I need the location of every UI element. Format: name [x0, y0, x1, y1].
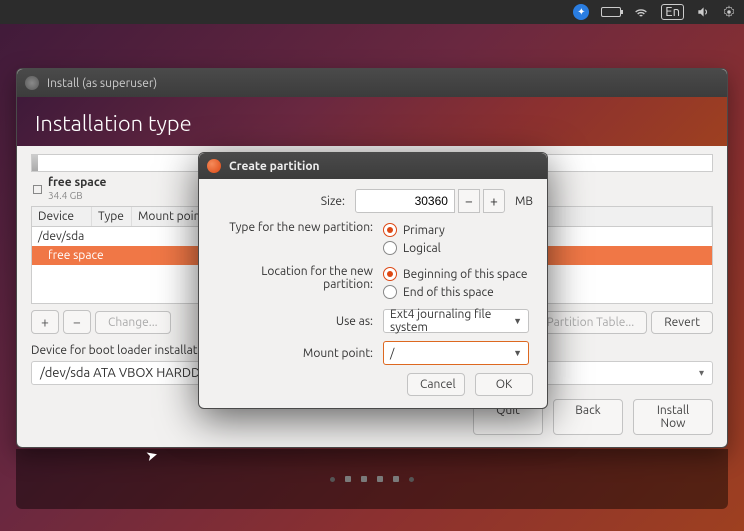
use-as-dropdown[interactable]: Ext4 journaling file system ▼ — [383, 309, 529, 333]
pager-dot[interactable] — [377, 476, 383, 482]
accessibility-icon[interactable]: ✦ — [573, 4, 589, 20]
size-decrement-button[interactable]: − — [458, 189, 480, 213]
create-partition-dialog: Create partition Size: − + MB Type for t… — [198, 152, 548, 409]
radio-logical[interactable]: Logical — [383, 239, 533, 257]
pager-dot[interactable] — [345, 476, 351, 482]
legend-size: 34.4 GB — [48, 190, 83, 201]
mount-point-value: / — [390, 347, 394, 360]
page-heading-area: Installation type — [17, 97, 727, 146]
pager-dot[interactable] — [409, 477, 414, 482]
slideshow-pager — [16, 449, 728, 509]
row-text: /dev/sda — [38, 230, 84, 243]
col-device[interactable]: Device — [32, 207, 92, 226]
size-input[interactable] — [355, 189, 455, 213]
radio-label: Primary — [403, 224, 445, 237]
network-icon[interactable] — [633, 4, 649, 20]
radio-label: Beginning of this space — [403, 268, 528, 281]
install-now-button[interactable]: Install Now — [633, 399, 713, 435]
mount-point-combo[interactable]: / ▼ — [383, 341, 529, 365]
radio-icon — [383, 285, 397, 299]
keyboard-layout-indicator[interactable]: En — [661, 4, 684, 20]
legend-swatch — [33, 185, 42, 194]
radio-label: Logical — [403, 242, 441, 255]
pager-dot[interactable] — [393, 476, 399, 482]
dialog-title: Create partition — [229, 160, 320, 173]
size-increment-button[interactable]: + — [483, 189, 505, 213]
radio-primary[interactable]: Primary — [383, 221, 533, 239]
radio-icon — [383, 241, 397, 255]
use-as-label: Use as: — [213, 315, 383, 328]
volume-icon[interactable] — [696, 5, 710, 19]
pager-dot[interactable] — [330, 477, 335, 482]
revert-button[interactable]: Revert — [651, 311, 713, 334]
col-type[interactable]: Type — [92, 207, 132, 226]
cancel-button[interactable]: Cancel — [407, 373, 465, 396]
row-text: free space — [48, 249, 104, 262]
radio-icon — [383, 223, 397, 237]
partition-type-label: Type for the new partition: — [213, 221, 383, 234]
chevron-down-icon: ▼ — [513, 316, 522, 326]
remove-partition-button[interactable]: − — [63, 310, 91, 334]
ok-button[interactable]: OK — [475, 373, 533, 396]
use-as-value: Ext4 journaling file system — [390, 308, 513, 334]
chevron-down-icon: ▼ — [513, 348, 522, 358]
mount-point-label: Mount point: — [213, 347, 383, 360]
change-partition-button[interactable]: Change... — [95, 311, 171, 334]
close-icon[interactable] — [25, 76, 39, 90]
size-label: Size: — [213, 195, 355, 208]
size-unit: MB — [515, 195, 533, 208]
add-partition-button[interactable]: + — [31, 310, 59, 334]
pager-dot[interactable] — [361, 476, 367, 482]
legend-label: free space — [48, 176, 106, 189]
back-button[interactable]: Back — [553, 399, 623, 435]
radio-label: End of this space — [403, 286, 494, 299]
window-title: Install (as superuser) — [47, 77, 157, 90]
system-menubar: ✦ En — [0, 0, 744, 24]
close-icon[interactable] — [207, 159, 221, 173]
radio-end[interactable]: End of this space — [383, 283, 533, 301]
window-titlebar: Install (as superuser) — [17, 69, 727, 97]
radio-beginning[interactable]: Beginning of this space — [383, 265, 533, 283]
battery-icon[interactable] — [601, 7, 621, 17]
chevron-down-icon: ▾ — [699, 367, 704, 379]
system-gear-icon[interactable] — [722, 5, 736, 19]
page-title: Installation type — [35, 111, 709, 136]
dialog-titlebar: Create partition — [199, 153, 547, 179]
radio-icon — [383, 267, 397, 281]
partition-location-label: Location for the new partition: — [213, 265, 383, 291]
